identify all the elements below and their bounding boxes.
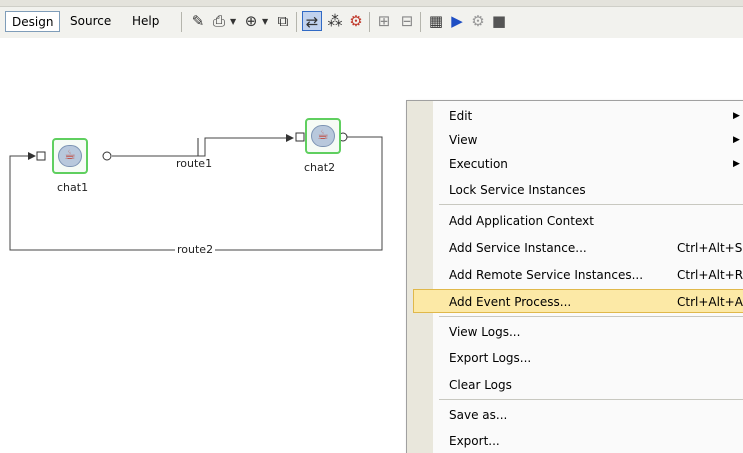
menu-item-label: Edit <box>449 109 473 123</box>
stop-icon[interactable]: ■ <box>489 11 509 31</box>
menu-item-add-remote-service-instances[interactable]: Add Remote Service Instances... Ctrl+Alt… <box>433 263 743 287</box>
fit-page-icon[interactable]: ⧉ <box>273 11 293 31</box>
menu-item-label: Add Event Process... <box>449 295 572 309</box>
toolbar: Design Source Help ✎ ⎙ ▼ ⊕ ▼ ⧉ ⇄ ⁂ ⚙ ⊞ ⊟… <box>0 0 743 38</box>
context-menu: Edit ▶ View ▶ Execution ▶ Lock Service I… <box>406 100 743 453</box>
route2-arrowhead <box>28 152 36 160</box>
layout-xyz-icon[interactable]: ⇄ <box>302 11 322 31</box>
menu-item-add-event-process[interactable]: Add Event Process... Ctrl+Alt+A <box>413 289 743 313</box>
print-icon[interactable]: ⎙ <box>209 11 229 31</box>
route1-path <box>112 144 208 156</box>
menu-item-label: Add Remote Service Instances... <box>449 268 644 282</box>
run-icon[interactable]: ▶ <box>447 11 467 31</box>
route1-connector <box>112 138 208 156</box>
route1-arrowhead <box>286 134 294 142</box>
toolbar-separator <box>420 12 421 32</box>
menu-item-label: Clear Logs <box>449 378 512 392</box>
chat2-in-port <box>295 132 305 142</box>
menu-item-label: Export... <box>449 434 500 448</box>
menu-item-label: Save as... <box>449 408 508 422</box>
java-cup-icon: ☕ <box>311 125 335 147</box>
route1-draw <box>112 136 206 156</box>
submenu-arrow-icon: ▶ <box>733 159 740 169</box>
calendar-icon[interactable]: ▦ <box>426 11 446 31</box>
toolbar-top-strip <box>0 0 743 7</box>
menu-item-shortcut: Ctrl+Alt+A <box>677 295 743 309</box>
toolbar-separator <box>369 12 370 32</box>
zoom-in-icon[interactable]: ⊕ <box>241 11 261 31</box>
grid-icon[interactable]: ⊞ <box>374 11 394 31</box>
chat2-label: chat2 <box>304 161 336 174</box>
menu-item-save-as[interactable]: Save as... <box>433 403 743 427</box>
menu-item-clear-logs[interactable]: Clear Logs <box>433 373 743 397</box>
menu-item-add-service-instance[interactable]: Add Service Instance... Ctrl+Alt+S <box>433 236 743 260</box>
chat2-node[interactable]: ☕ <box>305 118 341 154</box>
pencil-icon[interactable]: ✎ <box>188 11 208 31</box>
route2-label[interactable]: route2 <box>175 243 216 256</box>
tab-help[interactable]: Help <box>126 11 165 32</box>
menu-separator <box>439 204 743 205</box>
menu-item-shortcut: Ctrl+Alt+R <box>677 268 743 282</box>
chevron-down-icon[interactable]: ▼ <box>262 17 268 26</box>
grid2-icon[interactable]: ⊟ <box>397 11 417 31</box>
menu-item-label: Export Logs... <box>449 351 532 365</box>
menu-item-view-logs[interactable]: View Logs... <box>433 320 743 344</box>
submenu-arrow-icon: ▶ <box>733 135 740 145</box>
menu-item-add-application-context[interactable]: Add Application Context <box>433 209 743 233</box>
toolbar-separator <box>181 12 182 32</box>
menu-item-label: View <box>449 133 478 147</box>
route1-line <box>112 138 199 157</box>
menu-item-execution[interactable]: Execution ▶ <box>433 152 743 176</box>
route1-main <box>112 140 208 156</box>
route1-label[interactable]: route1 <box>176 157 212 170</box>
menu-separator <box>439 399 743 400</box>
menu-item-label: Add Application Context <box>449 214 594 228</box>
submenu-arrow-icon: ▶ <box>733 111 740 121</box>
menu-gutter <box>407 101 433 453</box>
menu-item-shortcut: Ctrl+Alt+S <box>677 241 743 255</box>
menu-item-lock-service-instances[interactable]: Lock Service Instances <box>433 178 743 202</box>
menu-item-export-logs[interactable]: Export Logs... <box>433 346 743 370</box>
debug-icon[interactable]: ⚙ <box>346 11 366 31</box>
java-cup-icon: ☕ <box>58 145 82 167</box>
tab-design[interactable]: Design <box>5 11 61 32</box>
layout-tree-icon[interactable]: ⁂ <box>325 11 345 31</box>
deploy-icon[interactable]: ⚙ <box>468 11 488 31</box>
menu-item-export[interactable]: Export... <box>433 429 743 453</box>
menu-item-label: View Logs... <box>449 325 521 339</box>
route1 <box>112 137 286 157</box>
menu-separator <box>439 316 743 317</box>
menu-item-label: Execution <box>449 157 508 171</box>
menu-item-label: Add Service Instance... <box>449 241 587 255</box>
chevron-down-icon[interactable]: ▼ <box>230 17 236 26</box>
chat1-out-port <box>102 151 112 161</box>
menu-item-label: Lock Service Instances <box>449 183 586 197</box>
menu-item-view[interactable]: View ▶ <box>433 128 743 152</box>
toolbar-separator <box>296 12 297 32</box>
chat1-label: chat1 <box>57 181 89 194</box>
menu-item-edit[interactable]: Edit ▶ <box>433 104 743 128</box>
chat1-in-port <box>36 151 46 161</box>
route1-wire <box>112 140 208 156</box>
tab-source[interactable]: Source <box>64 11 117 32</box>
chat1-node[interactable]: ☕ <box>52 138 88 174</box>
